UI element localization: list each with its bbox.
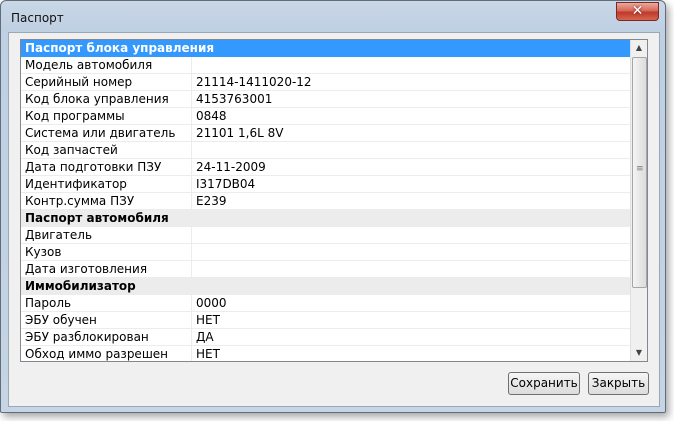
- scrollbar-thumb[interactable]: ≡: [632, 57, 647, 288]
- close-button[interactable]: Закрыть: [588, 372, 649, 395]
- scroll-down-arrow-icon[interactable]: ▼: [631, 345, 647, 361]
- property-name-cell: Система или двигатель: [21, 125, 192, 142]
- table-row[interactable]: Код запчастей: [21, 142, 635, 159]
- table-row[interactable]: Код программы 0848: [21, 108, 635, 125]
- property-name-cell: Кузов: [21, 244, 192, 261]
- property-value-cell[interactable]: I317DB04: [192, 176, 635, 193]
- section-header[interactable]: Иммобилизатор: [21, 278, 631, 295]
- window-close-button[interactable]: ✕: [616, 2, 659, 21]
- table-row[interactable]: Пароль 0000: [21, 295, 635, 312]
- table-row[interactable]: Идентификатор I317DB04: [21, 176, 635, 193]
- dialog-client-area: Паспорт блока управления Модель автомобил…: [8, 32, 660, 407]
- table-row[interactable]: Дата подготовки ПЗУ 24-11-2009: [21, 159, 635, 176]
- property-value-cell[interactable]: [192, 244, 635, 261]
- property-value-cell[interactable]: 4153763001: [192, 91, 635, 108]
- property-value-cell[interactable]: 0000: [192, 295, 635, 312]
- table-row[interactable]: Кузов: [21, 244, 635, 261]
- table-row[interactable]: ЭБУ разблокирован ДА: [21, 329, 635, 346]
- property-value-cell[interactable]: [192, 261, 635, 278]
- table-row[interactable]: Дата изготовления: [21, 261, 635, 278]
- property-name-cell: Двигатель: [21, 227, 192, 244]
- table-row[interactable]: Контр.сумма ПЗУ E239: [21, 193, 635, 210]
- property-value-cell[interactable]: [192, 57, 635, 74]
- section-header[interactable]: Паспорт автомобиля: [21, 210, 631, 227]
- property-value-cell[interactable]: 21114-1411020-12: [192, 74, 635, 91]
- table-row[interactable]: Обход иммо разрешен НЕТ: [21, 346, 631, 361]
- property-value-cell[interactable]: 0848: [192, 108, 635, 125]
- property-name-cell: Обход иммо разрешен: [21, 346, 192, 361]
- property-value-cell[interactable]: E239: [192, 193, 635, 210]
- property-value-cell[interactable]: 21101 1,6L 8V: [192, 125, 635, 142]
- property-name-cell: Код блока управления: [21, 91, 192, 108]
- table-row[interactable]: Серийный номер 21114-1411020-12: [21, 74, 635, 91]
- property-name-cell: Серийный номер: [21, 74, 192, 91]
- section-header[interactable]: Паспорт блока управления: [21, 40, 631, 57]
- passport-dialog: Паспорт ✕ Паспорт блока управления Модель…: [0, 0, 666, 413]
- property-value-cell[interactable]: НЕТ: [192, 312, 635, 329]
- table-row[interactable]: Модель автомобиля: [21, 57, 635, 74]
- vertical-scrollbar[interactable]: ▲ ≡ ▼: [630, 40, 647, 361]
- property-name-cell: ЭБУ обучен: [21, 312, 192, 329]
- property-name-cell: Модель автомобиля: [21, 57, 192, 74]
- property-value-cell[interactable]: НЕТ: [192, 346, 635, 361]
- close-icon: ✕: [631, 3, 644, 19]
- grip-icon: ≡: [636, 164, 644, 174]
- property-rows: Паспорт блока управления Модель автомобил…: [21, 40, 635, 361]
- property-name-cell: Контр.сумма ПЗУ: [21, 193, 192, 210]
- property-value-cell[interactable]: [192, 142, 635, 159]
- property-value-cell[interactable]: [192, 227, 635, 244]
- property-name-cell: Пароль: [21, 295, 192, 312]
- table-row[interactable]: ЭБУ обучен НЕТ: [21, 312, 635, 329]
- table-row[interactable]: Система или двигатель 21101 1,6L 8V: [21, 125, 635, 142]
- property-name-cell: Код запчастей: [21, 142, 192, 159]
- property-name-cell: ЭБУ разблокирован: [21, 329, 192, 346]
- property-value-cell[interactable]: 24-11-2009: [192, 159, 635, 176]
- property-name-cell: Идентификатор: [21, 176, 192, 193]
- property-name-cell: Дата изготовления: [21, 261, 192, 278]
- property-value-cell[interactable]: ДА: [192, 329, 635, 346]
- property-name-cell: Дата подготовки ПЗУ: [21, 159, 192, 176]
- table-row[interactable]: Двигатель: [21, 227, 635, 244]
- table-row[interactable]: Код блока управления 4153763001: [21, 91, 635, 108]
- scroll-up-arrow-icon[interactable]: ▲: [631, 40, 647, 56]
- save-button[interactable]: Сохранить: [508, 372, 580, 395]
- window-title: Паспорт: [11, 11, 64, 25]
- title-bar[interactable]: Паспорт ✕: [1, 1, 665, 35]
- property-name-cell: Код программы: [21, 108, 192, 125]
- property-grid: Паспорт блока управления Модель автомобил…: [20, 39, 648, 362]
